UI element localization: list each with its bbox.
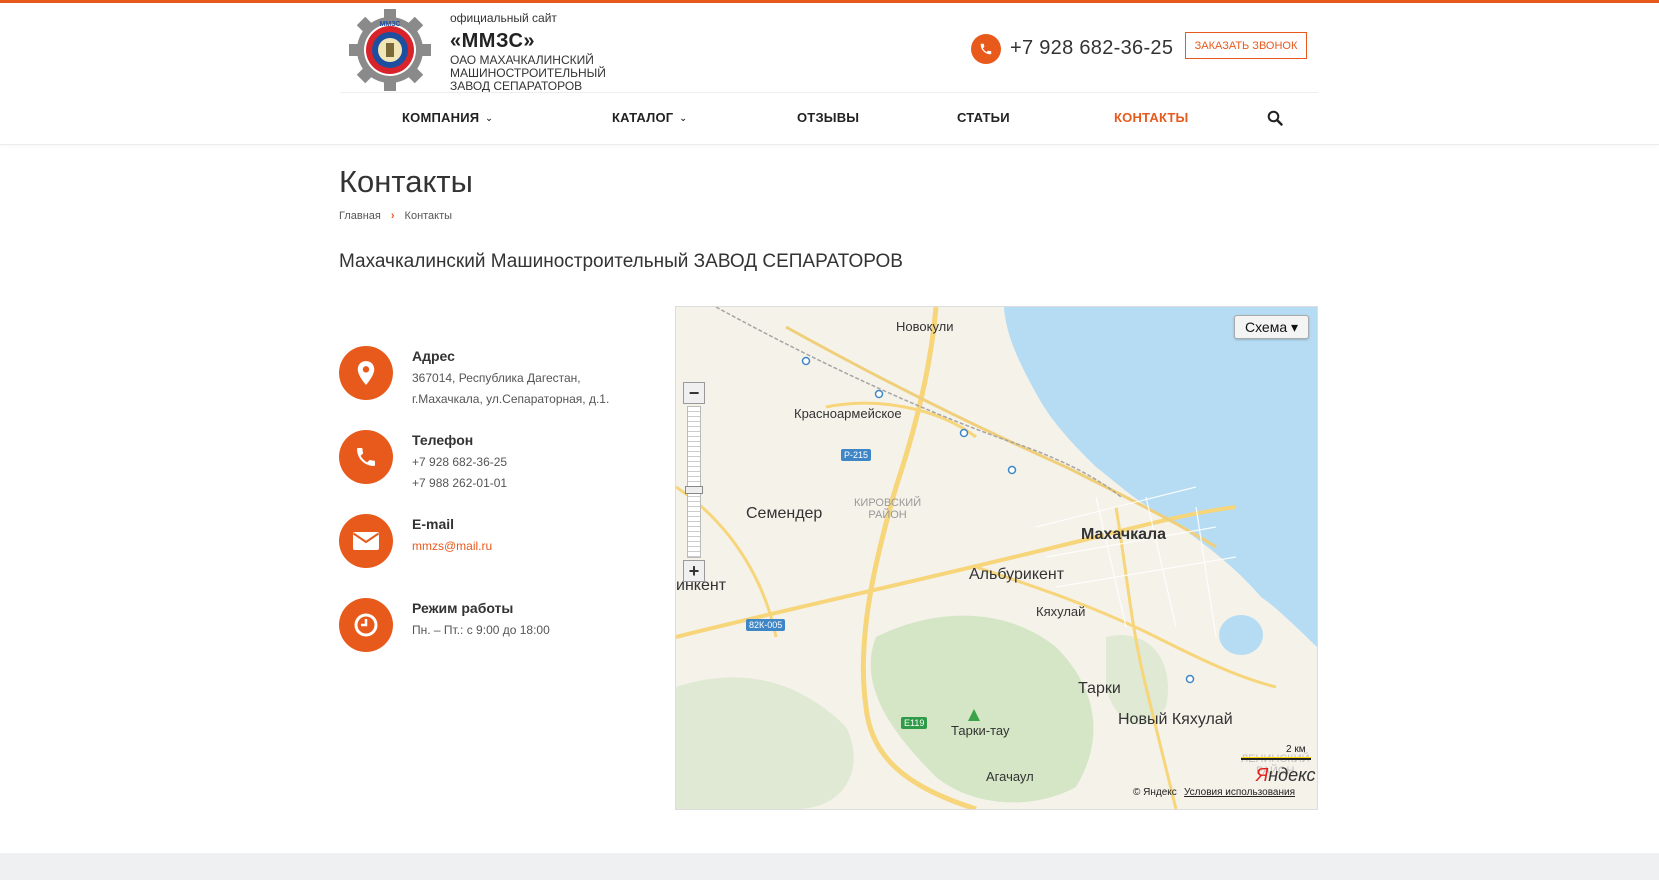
- header-phone-icon: [971, 34, 1001, 64]
- company-name: Махачкалинский Машиностроительный ЗАВОД …: [339, 251, 903, 272]
- map-scale-bar: [1241, 757, 1311, 760]
- map-label-agachaul: Агачаул: [986, 769, 1034, 784]
- breadcrumb-home[interactable]: Главная: [339, 210, 381, 222]
- map-label-makhachkala: Махачкала: [1081, 526, 1167, 543]
- map-layer-select[interactable]: Схема ▾: [1234, 315, 1309, 339]
- nav-item-contacts[interactable]: КОНТАКТЫ: [1114, 110, 1188, 125]
- zoom-out-button[interactable]: −: [683, 382, 705, 404]
- map-label-kirov-district: КИРОВСКИЙ РАЙОН: [854, 497, 921, 521]
- map-terms-link[interactable]: Условия использования: [1184, 787, 1295, 798]
- nav-item-articles[interactable]: СТАТЬИ: [957, 110, 1010, 125]
- phone-icon: [339, 430, 393, 484]
- contact-phone-title: Телефон: [412, 432, 474, 448]
- road-badge-p215: Р-215: [841, 449, 872, 461]
- contact-email-link[interactable]: mmzs@mail.ru: [412, 536, 492, 556]
- nav-divider: [340, 92, 1318, 93]
- contact-address-line-1: 367014, Республика Дагестан,: [412, 371, 581, 385]
- map-label-alburikent: Альбурикент: [969, 566, 1065, 583]
- nav-item-catalog[interactable]: КАТАЛОГ ⌄: [612, 110, 687, 125]
- chevron-down-icon: ⌄: [679, 113, 688, 123]
- map-zoom-control: − +: [683, 382, 705, 582]
- clock-icon: [339, 598, 393, 652]
- contact-phone-2[interactable]: +7 988 262-01-01: [412, 473, 507, 493]
- map-label-novokuli: Новокули: [896, 319, 954, 334]
- contact-email-title: E-mail: [412, 516, 455, 532]
- nav-item-catalog-label: КАТАЛОГ: [612, 110, 674, 125]
- search-icon[interactable]: [1267, 110, 1283, 126]
- yandex-logo-y: Я: [1256, 765, 1269, 785]
- road-badge-e119: E119: [901, 717, 928, 729]
- nav-item-company-label: КОМПАНИЯ: [402, 110, 480, 125]
- contact-hours-title: Режим работы: [412, 600, 514, 616]
- chevron-down-icon: ⌄: [485, 113, 494, 123]
- breadcrumb: Главная › Контакты: [339, 210, 452, 222]
- contact-phone-1[interactable]: +7 928 682-36-25: [412, 452, 507, 472]
- map-label-semender: Семендер: [746, 505, 823, 522]
- breadcrumb-current: Контакты: [404, 210, 453, 222]
- nav-item-company[interactable]: КОМПАНИЯ ⌄: [402, 110, 493, 125]
- contact-hours-value: Пн. – Пт.: с 9:00 до 18:00: [412, 623, 550, 637]
- brand-name[interactable]: «ММЗС»: [450, 28, 650, 54]
- tagline: официальный сайт: [450, 11, 557, 25]
- breadcrumb-separator: ›: [390, 210, 395, 222]
- logo[interactable]: ММЗС: [347, 7, 433, 93]
- logo-text: ММЗС: [380, 21, 401, 28]
- header-phone-number[interactable]: +7 928 682-36-25: [1010, 33, 1173, 63]
- contact-address-line-2: г.Махачкала, ул.Сепараторная, д.1.: [412, 392, 610, 406]
- nav-item-reviews[interactable]: ОТЗЫВЫ: [797, 110, 859, 125]
- brand-block: официальный сайт «ММЗС» ОАО МАХАЧКАЛИНСК…: [450, 11, 650, 93]
- callback-button[interactable]: ЗАКАЗАТЬ ЗВОНОК: [1185, 32, 1307, 59]
- zoom-slider-handle[interactable]: [685, 486, 703, 494]
- map-label-kirov-1: КИРОВСКИЙ: [854, 497, 922, 509]
- contact-address-title: Адрес: [412, 348, 455, 364]
- yandex-map[interactable]: Новокули Красноармейское Семендер КИРОВС…: [675, 306, 1318, 810]
- road-badge-82k005: 82К-005: [746, 619, 786, 631]
- zoom-slider-track[interactable]: [687, 406, 701, 558]
- zoom-in-button[interactable]: +: [683, 560, 705, 582]
- main-nav: КОМПАНИЯ ⌄ КАТАЛОГ ⌄ ОТЗЫВЫ СТАТЬИ КОНТАКТ…: [340, 100, 1318, 136]
- map-scale-label: 2 км: [1286, 744, 1306, 755]
- map-label-new-kyakhulay: Новый Кяхулай: [1118, 711, 1233, 728]
- map-label-tarki: Тарки: [1078, 680, 1121, 697]
- map-label-kirov-2: РАЙОН: [868, 509, 907, 521]
- yandex-logo[interactable]: Яндекс: [1256, 765, 1315, 786]
- envelope-icon: [339, 514, 393, 568]
- footer-strip: [0, 853, 1659, 880]
- map-copyright: © Яндекс: [1133, 787, 1177, 798]
- page-title: Контакты: [339, 164, 473, 199]
- yandex-logo-rest: ндекс: [1268, 765, 1316, 785]
- map-label-tarki-tau: Тарки-тау: [951, 723, 1010, 738]
- map-pin-icon: [339, 346, 393, 400]
- map-label-kyakhulay: Кяхулай: [1036, 604, 1086, 619]
- map-label-krasnoarmeyskoe: Красноармейское: [794, 406, 902, 421]
